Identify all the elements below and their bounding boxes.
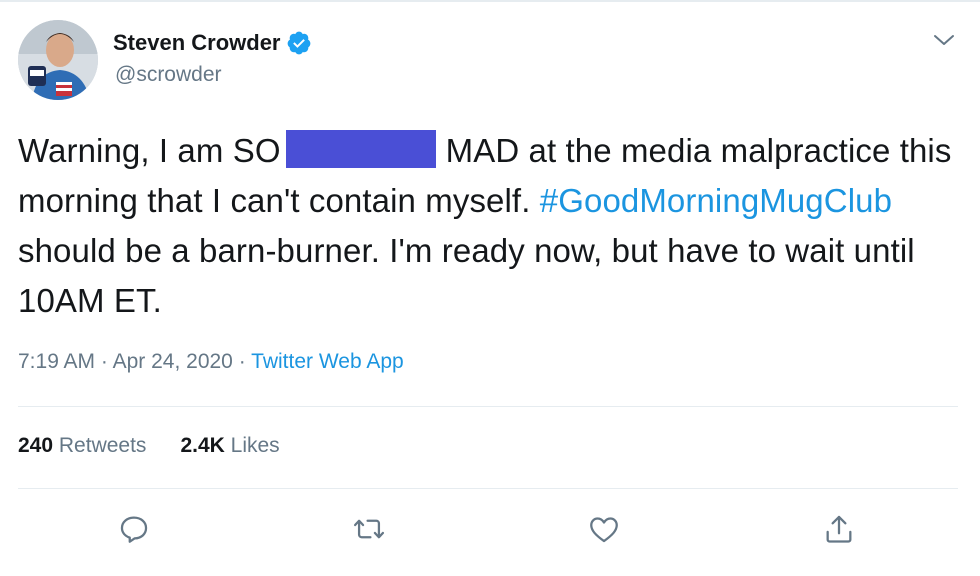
likes-count: 2.4K [180,434,225,457]
redaction-box [285,130,436,168]
meta-separator: · [100,350,108,373]
meta-separator-2: · [238,350,246,373]
share-icon[interactable] [822,512,856,546]
divider [18,406,958,407]
user-handle[interactable]: @scrowder [115,63,222,87]
verified-badge-icon [287,31,310,55]
chevron-down-icon[interactable] [931,30,957,50]
display-name-text: Steven Crowder [113,30,281,55]
avatar-image [18,20,98,100]
engagement-stats: 240 Retweets 2.4K Likes [18,434,280,458]
tweet-card: Steven Crowder @scrowder Warning, I am S… [0,0,980,576]
hashtag-link[interactable]: #GoodMorningMugClub [540,182,892,219]
tweet-meta: 7:19 AM · Apr 24, 2020 · Twitter Web App [18,350,404,374]
retweet-icon[interactable] [352,512,386,546]
tweet-text-part1: Warning, I am SO [18,132,281,169]
retweets-count: 240 [18,434,54,457]
likes-stat[interactable]: 2.4K Likes [180,434,279,458]
likes-label: Likes [230,434,280,457]
tweet-time[interactable]: 7:19 AM [18,350,95,373]
display-name[interactable]: Steven Crowder [113,30,312,56]
divider [18,488,958,489]
tweet-text-part3: should be a barn-burner. I'm ready now, … [18,232,915,319]
retweets-label: Retweets [58,434,147,457]
reply-icon[interactable] [117,512,151,546]
avatar[interactable] [18,20,98,100]
tweet-source-link[interactable]: Twitter Web App [251,350,404,373]
like-icon[interactable] [587,512,621,546]
tweet-date[interactable]: Apr 24, 2020 [113,350,233,373]
tweet-text: Warning, I am SO MAD at the media malprac… [18,126,958,326]
retweets-stat[interactable]: 240 Retweets [18,434,146,458]
